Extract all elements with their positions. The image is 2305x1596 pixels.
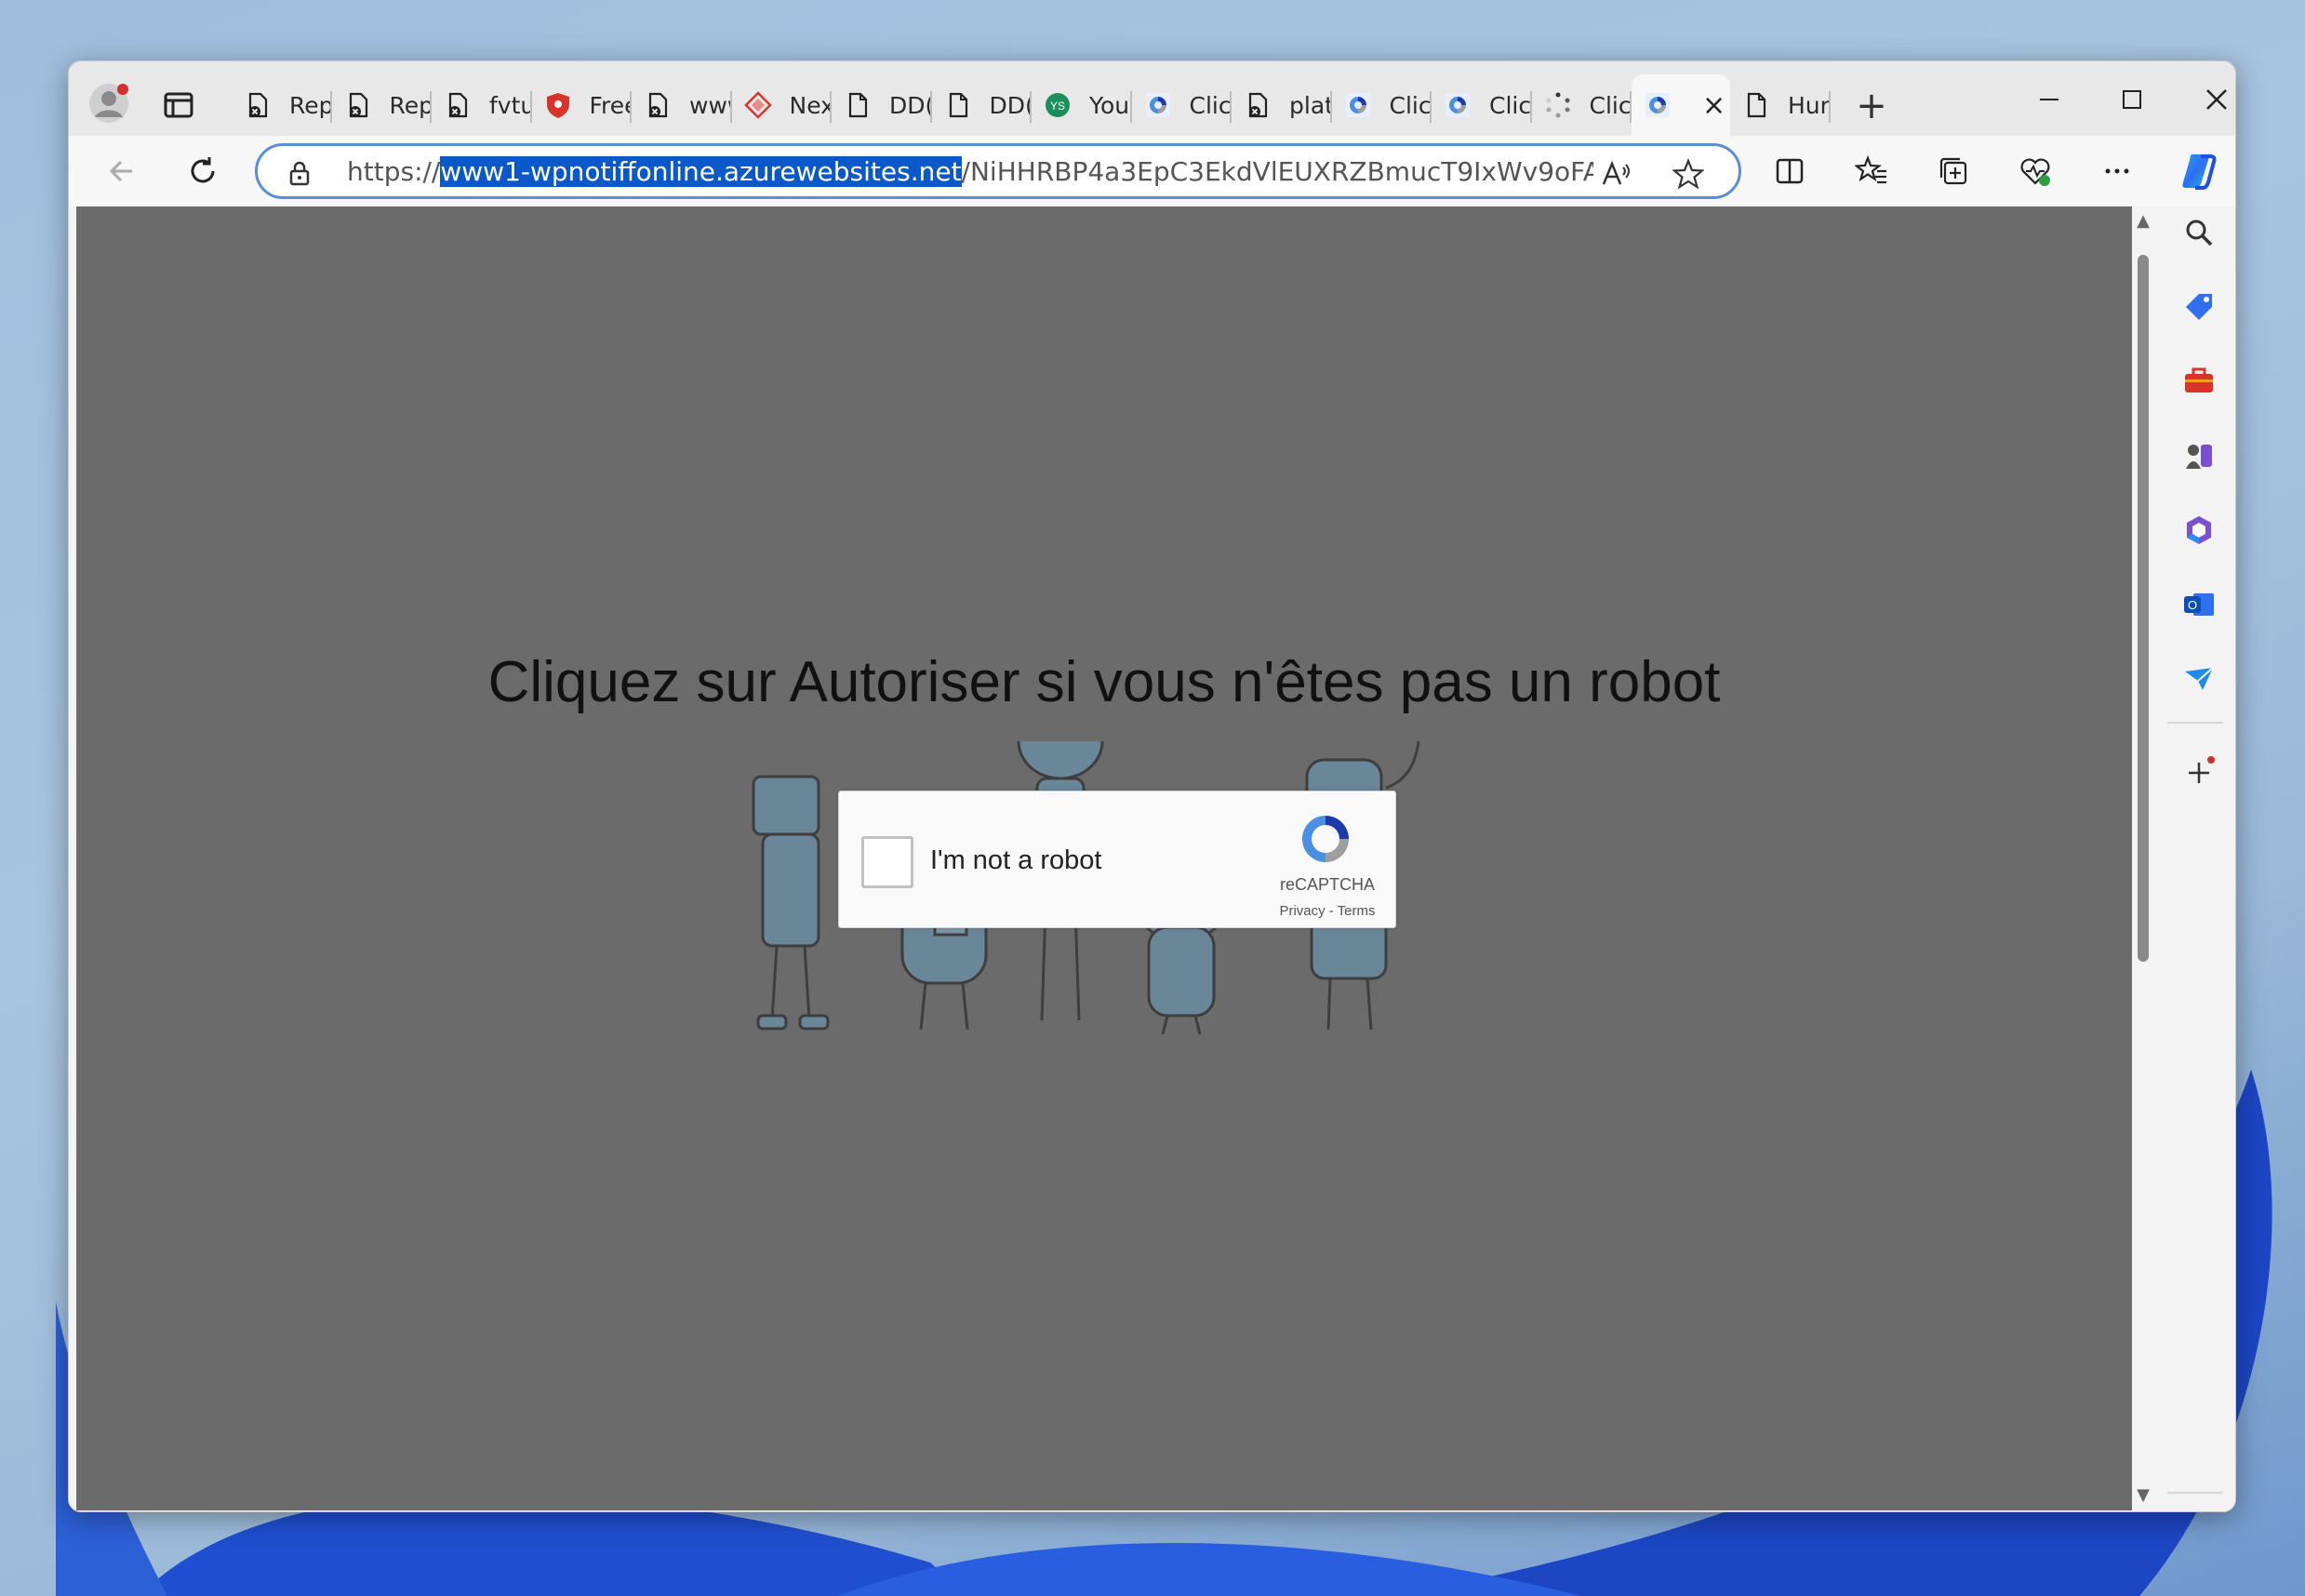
toolbar: https://www1-wpnotiffonline.azurewebsite… bbox=[69, 136, 2235, 206]
tab-strip: Rep Rep fvtu Free www Nex DD( DD( YS You Clic plat C… bbox=[69, 61, 2235, 136]
sidebar-divider bbox=[2167, 722, 2223, 724]
vertical-scrollbar[interactable]: ▲ ▼ bbox=[2132, 206, 2154, 1510]
browser-tab[interactable]: plat bbox=[1232, 74, 1332, 136]
refresh-button[interactable] bbox=[180, 149, 225, 193]
tab-label: Hur bbox=[1788, 91, 1830, 119]
tab-label: www bbox=[689, 91, 732, 119]
browser-tab[interactable]: DD( bbox=[932, 74, 1033, 136]
tab-label: DD( bbox=[889, 91, 932, 119]
profile-avatar[interactable] bbox=[87, 82, 130, 125]
browser-tab[interactable]: Hur bbox=[1730, 74, 1831, 136]
tools-briefcase-icon[interactable] bbox=[2178, 361, 2219, 402]
close-tab-icon[interactable]: × bbox=[1702, 89, 1725, 122]
browser-tab[interactable]: Clic bbox=[1132, 74, 1232, 136]
red-shield-icon bbox=[543, 90, 573, 120]
blocked-page-icon bbox=[243, 90, 273, 120]
browser-tab[interactable]: Rep bbox=[232, 74, 332, 136]
split-screen-icon[interactable] bbox=[1767, 149, 1812, 193]
tab-label: DD( bbox=[989, 91, 1033, 119]
new-tab-button[interactable]: + bbox=[1851, 86, 1892, 126]
not-robot-checkbox[interactable] bbox=[861, 836, 913, 888]
address-bar[interactable]: https://www1-wpnotiffonline.azurewebsite… bbox=[255, 143, 1741, 199]
tab-label: Rep bbox=[289, 91, 332, 119]
browser-tab[interactable]: Rep bbox=[332, 74, 433, 136]
close-window-button[interactable] bbox=[2193, 78, 2235, 121]
url-host: www1-wpnotiffonline.azurewebsites.net bbox=[440, 156, 962, 187]
browser-tab[interactable]: Clic bbox=[1532, 74, 1632, 136]
browser-tab[interactable]: Clic bbox=[1332, 74, 1432, 136]
tab-actions-icon[interactable] bbox=[160, 86, 197, 124]
outlook-icon[interactable]: O bbox=[2178, 584, 2219, 625]
page-icon bbox=[1741, 90, 1771, 120]
page-icon bbox=[843, 90, 873, 120]
minimize-button[interactable] bbox=[2026, 78, 2072, 121]
tab-label: Free bbox=[589, 91, 633, 119]
favorite-star-icon[interactable] bbox=[1670, 155, 1707, 193]
recaptcha-icon bbox=[1643, 90, 1672, 120]
lock-icon[interactable] bbox=[286, 159, 313, 187]
svg-text:YS: YS bbox=[1050, 100, 1065, 113]
tab-label: Nex bbox=[789, 91, 833, 119]
captcha-label: I'm not a robot bbox=[930, 845, 1102, 875]
collections-icon[interactable] bbox=[1931, 149, 1976, 193]
browser-essentials-icon[interactable] bbox=[2013, 149, 2058, 193]
favorites-icon[interactable] bbox=[1849, 149, 1894, 193]
tab-label: fvtu bbox=[489, 91, 532, 119]
tab-label: Rep bbox=[389, 91, 433, 119]
maximize-button[interactable] bbox=[2109, 78, 2155, 121]
page-headline: Cliquez sur Autoriser si vous n'êtes pas… bbox=[487, 650, 1721, 714]
blocked-page-icon bbox=[343, 90, 373, 120]
add-sidebar-app-icon[interactable] bbox=[2178, 751, 2219, 792]
tab-label: Clic bbox=[1389, 91, 1432, 119]
browser-tab[interactable]: YS You bbox=[1032, 74, 1132, 136]
browser-tab[interactable]: DD( bbox=[832, 74, 932, 136]
browser-tab-active[interactable]: × bbox=[1632, 74, 1730, 136]
url-path: /NiHHRBP4a3EpC3EkdVlEUXRZBmucT9IxWv9oFA2… bbox=[961, 156, 1593, 187]
tab-label: Clic bbox=[1589, 91, 1632, 119]
tab-label: You bbox=[1089, 91, 1130, 119]
recaptcha-widget: I'm not a robot reCAPTCHA Privacy - Term… bbox=[838, 791, 1396, 928]
read-aloud-icon[interactable] bbox=[1597, 155, 1634, 193]
shopping-tag-icon[interactable] bbox=[2178, 286, 2219, 327]
recaptcha-icon bbox=[1443, 90, 1472, 120]
blocked-page-icon bbox=[443, 90, 473, 120]
tab-list: Rep Rep fvtu Free www Nex DD( DD( YS You Clic plat C… bbox=[232, 74, 1831, 136]
green-ys-icon: YS bbox=[1043, 90, 1073, 120]
send-plane-icon[interactable] bbox=[2178, 658, 2219, 699]
browser-tab[interactable]: fvtu bbox=[432, 74, 532, 136]
sidebar-divider-bottom bbox=[2167, 1492, 2223, 1494]
scroll-down-arrow-icon[interactable]: ▼ bbox=[2134, 1486, 2152, 1505]
blocked-page-icon bbox=[1243, 90, 1272, 120]
edge-sidebar: O bbox=[2162, 206, 2235, 1510]
svg-text:O: O bbox=[2188, 598, 2197, 612]
recaptcha-logo-icon bbox=[1295, 808, 1356, 870]
loading-dots-icon bbox=[1543, 90, 1573, 120]
tab-label: Clic bbox=[1489, 91, 1532, 119]
more-menu-icon[interactable] bbox=[2095, 149, 2139, 193]
search-icon[interactable] bbox=[2178, 212, 2219, 253]
games-icon[interactable] bbox=[2178, 435, 2219, 476]
captcha-links[interactable]: Privacy - Terms bbox=[1267, 903, 1388, 919]
browser-tab[interactable]: www bbox=[632, 74, 732, 136]
tab-label: Clic bbox=[1189, 91, 1232, 119]
url-scheme: https:// bbox=[347, 156, 441, 187]
browser-tab[interactable]: Free bbox=[532, 74, 633, 136]
red-diamond-icon bbox=[743, 90, 773, 120]
captcha-brand: reCAPTCHA bbox=[1279, 875, 1375, 894]
recaptcha-icon bbox=[1343, 90, 1373, 120]
browser-window: Rep Rep fvtu Free www Nex DD( DD( YS You Clic plat C… bbox=[68, 60, 2236, 1512]
tab-label: plat bbox=[1289, 91, 1332, 119]
url-text[interactable]: https://www1-wpnotiffonline.azurewebsite… bbox=[347, 155, 1593, 189]
blocked-page-icon bbox=[643, 90, 673, 120]
browser-tab[interactable]: Nex bbox=[732, 74, 833, 136]
scroll-thumb[interactable] bbox=[2138, 255, 2149, 962]
recaptcha-icon bbox=[1143, 90, 1173, 120]
page-content: Cliquez sur Autoriser si vous n'êtes pas… bbox=[76, 206, 2132, 1510]
copilot-icon[interactable] bbox=[2177, 149, 2221, 193]
back-button[interactable] bbox=[99, 149, 143, 193]
page-icon bbox=[943, 90, 973, 120]
microsoft-365-icon[interactable] bbox=[2178, 510, 2219, 551]
scroll-up-arrow-icon[interactable]: ▲ bbox=[2134, 212, 2152, 231]
browser-tab[interactable]: Clic bbox=[1432, 74, 1532, 136]
